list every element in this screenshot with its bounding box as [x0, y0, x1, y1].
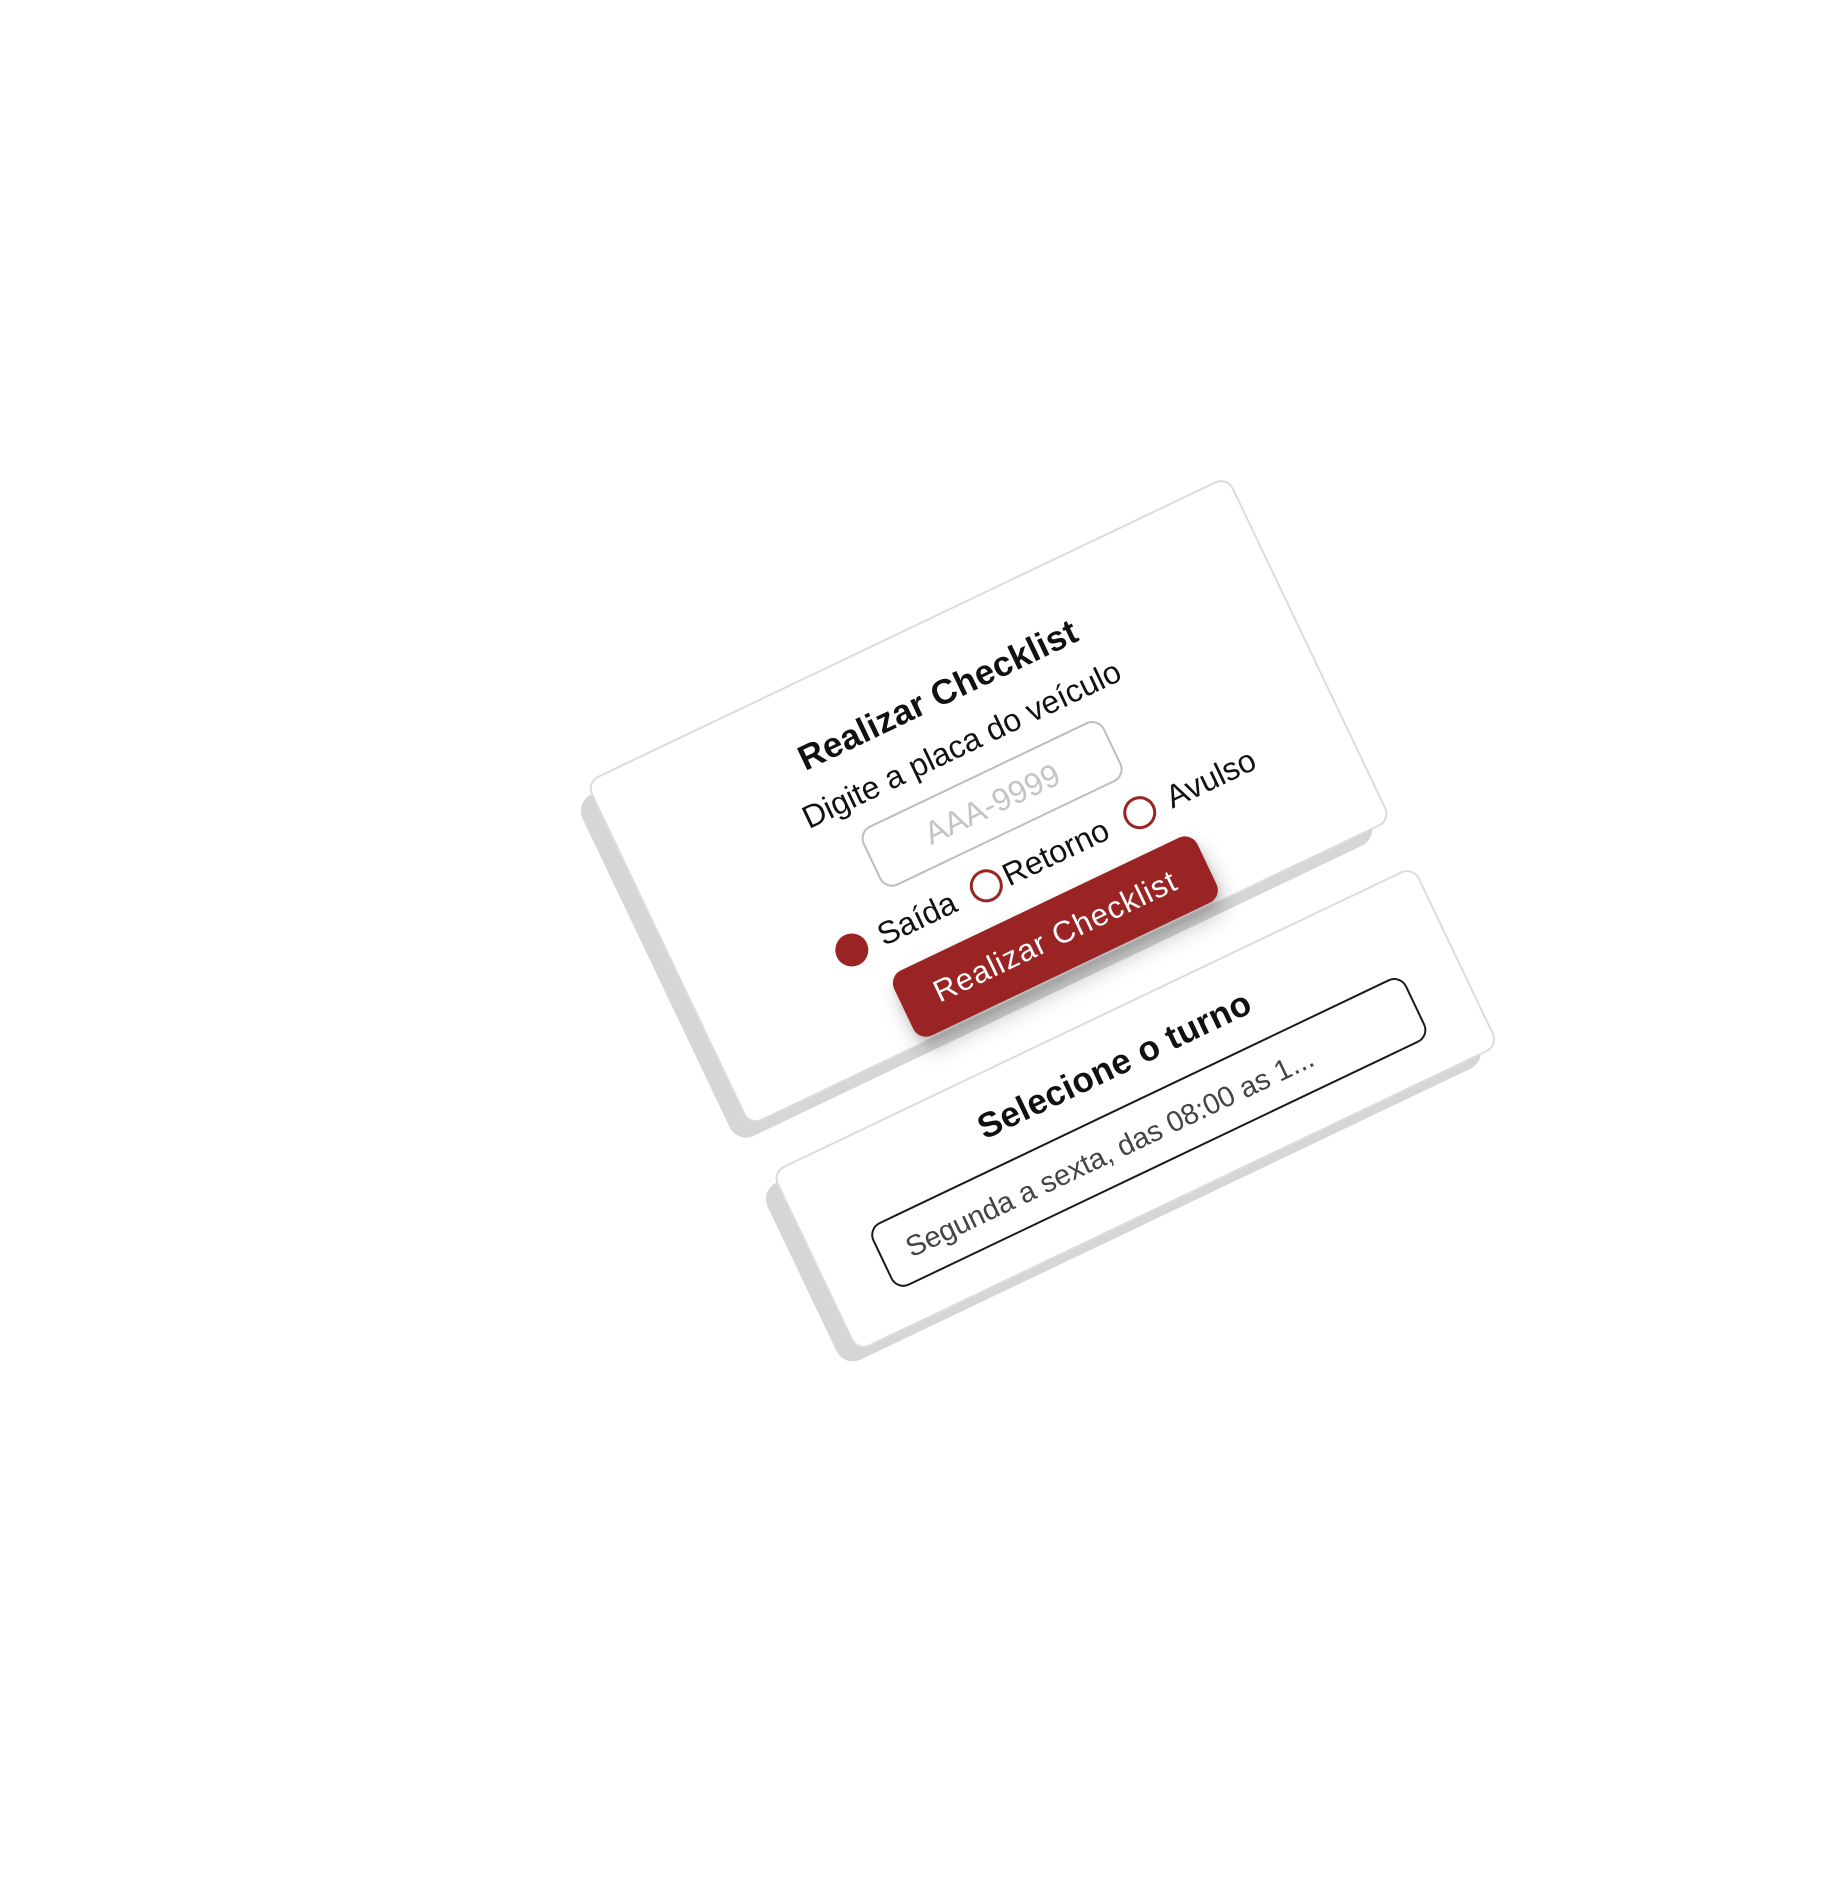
radio-avulso-indicator[interactable]: [1118, 790, 1163, 835]
radio-saida-indicator[interactable]: [829, 928, 874, 972]
radio-avulso-label: Avulso: [1159, 741, 1262, 816]
radio-saida-label: Saída: [871, 884, 963, 953]
page: Realizar Checklist Digite a placa do veí…: [0, 0, 1835, 1883]
radio-avulso[interactable]: Avulso: [1117, 742, 1262, 837]
